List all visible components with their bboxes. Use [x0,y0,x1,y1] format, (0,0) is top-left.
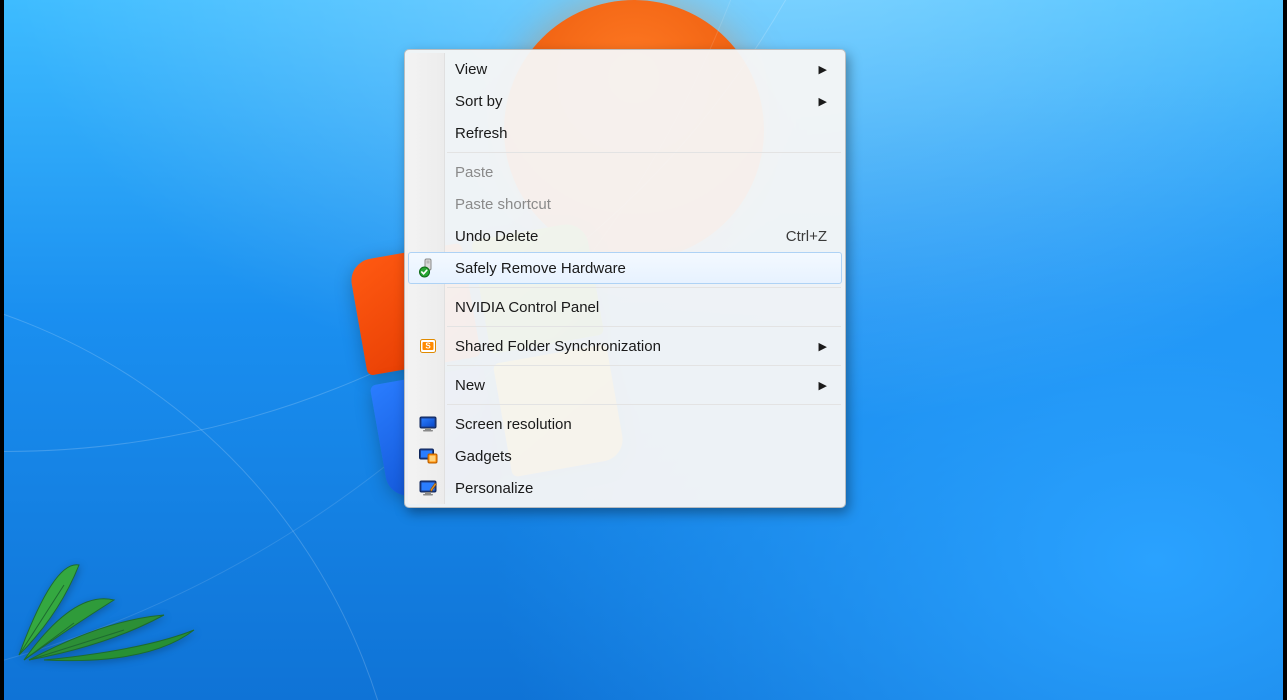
menu-item-shortcut: Ctrl+Z [786,228,827,245]
menu-gadgets[interactable]: Gadgets [408,440,842,472]
menu-separator [447,287,841,288]
menu-paste: Paste [408,156,842,188]
chevron-right-icon: ▶ [819,95,827,108]
menu-item-label: Gadgets [455,448,827,465]
menu-separator [447,404,841,405]
menu-shared-folder-sync[interactable]: S Shared Folder Synchronization ▶ [408,330,842,362]
menu-item-label: Paste shortcut [455,196,827,213]
menu-item-label: Safely Remove Hardware [455,260,827,277]
menu-item-label: NVIDIA Control Panel [455,299,827,316]
gadgets-icon [417,445,439,467]
shared-folder-icon: S [417,335,439,357]
menu-item-label: Screen resolution [455,416,827,433]
personalize-icon [417,477,439,499]
menu-item-label: Personalize [455,480,827,497]
menu-item-label: Sort by [455,93,819,110]
menu-new[interactable]: New ▶ [408,369,842,401]
menu-item-label: Refresh [455,125,827,142]
menu-item-label: New [455,377,819,394]
menu-item-label: View [455,61,819,78]
screen-resolution-icon [417,413,439,435]
chevron-right-icon: ▶ [819,340,827,353]
menu-item-label: Shared Folder Synchronization [455,338,819,355]
chevron-right-icon: ▶ [819,63,827,76]
menu-personalize[interactable]: Personalize [408,472,842,504]
menu-separator [447,365,841,366]
menu-view[interactable]: View ▶ [408,53,842,85]
menu-refresh[interactable]: Refresh [408,117,842,149]
menu-sort-by[interactable]: Sort by ▶ [408,85,842,117]
menu-safely-remove-hardware[interactable]: Safely Remove Hardware [408,252,842,284]
safely-remove-icon [417,257,439,279]
menu-screen-resolution[interactable]: Screen resolution [408,408,842,440]
desktop-context-menu: View ▶ Sort by ▶ Refresh Paste Paste sho… [404,49,846,508]
menu-nvidia-control-panel[interactable]: NVIDIA Control Panel [408,291,842,323]
menu-item-label: Undo Delete [455,228,770,245]
menu-paste-shortcut: Paste shortcut [408,188,842,220]
menu-separator [447,152,841,153]
menu-undo-delete[interactable]: Undo Delete Ctrl+Z [408,220,842,252]
desktop[interactable]: View ▶ Sort by ▶ Refresh Paste Paste sho… [4,0,1283,700]
menu-separator [447,326,841,327]
chevron-right-icon: ▶ [819,379,827,392]
svg-text:S: S [425,342,431,351]
wallpaper-leaves [14,530,214,670]
menu-item-label: Paste [455,164,827,181]
